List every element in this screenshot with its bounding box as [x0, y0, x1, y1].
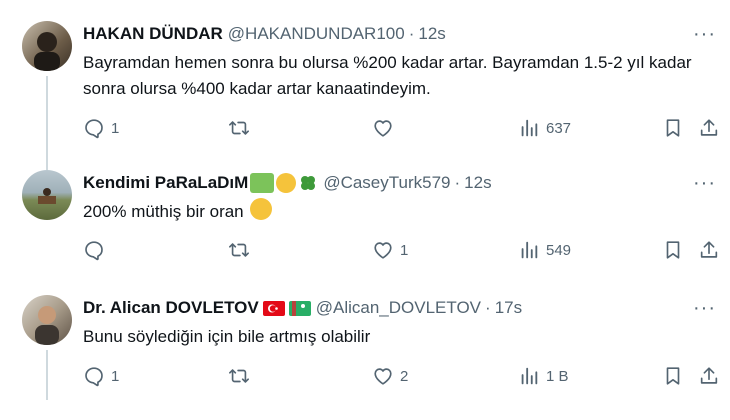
bookmark-icon [666, 367, 680, 385]
like-count: 1 [400, 241, 409, 259]
reply-icon [85, 367, 103, 387]
separator-dot: · [408, 24, 415, 43]
bookmark-button[interactable] [662, 117, 684, 139]
views-button[interactable]: 1 B [518, 365, 569, 387]
separator-dot: · [485, 298, 491, 317]
more-options-icon[interactable]: ··· [693, 298, 716, 318]
views-count: 549 [546, 241, 572, 259]
views-icon [521, 367, 538, 385]
share-icon [700, 119, 718, 136]
tweet-time[interactable]: 17s [495, 298, 522, 318]
tweet-body: 200% müthiş bir oran [83, 198, 710, 225]
screaming-face-emoji-icon [250, 198, 273, 220]
views-button[interactable]: 549 [518, 239, 571, 261]
tweet-actions: 1 2 1 B [0, 365, 730, 389]
tweet-actions: 1 549 [0, 239, 730, 263]
author-name[interactable]: Kendimi PaRaLaDıM [83, 173, 248, 193]
bookmark-icon [666, 241, 680, 259]
avatar[interactable] [22, 170, 72, 220]
bookmark-icon [666, 119, 680, 137]
tweet-1[interactable]: HAKAN DÜNDAR @HAKANDUNDAR100 · 12s ··· B… [0, 0, 730, 170]
tweet-text: Bunu söylediğin için bile artmış olabili… [83, 327, 371, 346]
share-icon [700, 241, 718, 258]
views-icon [521, 119, 538, 137]
heart-icon [374, 120, 392, 137]
tweet-header: Dr. Alican DOVLETOV @Alican_DOVLETOV · 1… [83, 297, 522, 319]
author-handle[interactable]: @Alican_DOVLETOV [316, 298, 481, 318]
tweet-header: Kendimi PaRaLaDıM @CaseyTurk579 · 12s [83, 172, 492, 194]
reply-icon [85, 241, 103, 261]
author-handle[interactable]: @CaseyTurk579 [323, 173, 450, 193]
bookmark-button[interactable] [662, 239, 684, 261]
like-button[interactable] [372, 117, 400, 139]
retweet-icon [229, 243, 249, 257]
retweet-icon [229, 369, 249, 383]
avatar[interactable] [22, 295, 72, 345]
retweet-button[interactable] [228, 117, 256, 139]
reply-count: 1 [111, 367, 120, 385]
tweet-time[interactable]: 12s [418, 24, 445, 44]
retweet-button[interactable] [228, 239, 256, 261]
tweet-actions: 1 637 [0, 117, 730, 141]
retweet-icon [229, 121, 249, 135]
author-name[interactable]: HAKAN DÜNDAR [83, 24, 223, 44]
reply-button[interactable] [83, 239, 111, 261]
separator-dot: · [454, 173, 461, 192]
views-icon [521, 241, 538, 259]
tweet-text: Bayramdan hemen sonra bu olursa %200 kad… [83, 53, 692, 98]
author-handle[interactable]: @HAKANDUNDAR100 [228, 24, 405, 44]
share-icon [700, 367, 718, 384]
money-emoji-icon [250, 173, 275, 193]
like-count: 2 [400, 367, 409, 385]
reply-count: 1 [111, 119, 120, 137]
tweet-text: 200% müthiş bir oran [83, 202, 244, 221]
money-face-emoji-icon [276, 173, 297, 193]
heart-icon [374, 242, 392, 259]
four-leaf-clover-icon [298, 173, 318, 193]
like-button[interactable]: 2 [372, 365, 408, 387]
retweet-button[interactable] [228, 365, 256, 387]
more-options-icon[interactable]: ··· [693, 173, 716, 193]
reply-button[interactable]: 1 [83, 117, 119, 139]
heart-icon [374, 368, 392, 385]
reply-button[interactable]: 1 [83, 365, 119, 387]
share-button[interactable] [698, 239, 720, 261]
like-button[interactable]: 1 [372, 239, 408, 261]
avatar[interactable] [22, 21, 72, 71]
turkmenistan-flag-icon [288, 300, 311, 316]
views-button[interactable]: 637 [518, 117, 571, 139]
bookmark-button[interactable] [662, 365, 684, 387]
share-button[interactable] [698, 365, 720, 387]
reply-icon [85, 119, 103, 139]
share-button[interactable] [698, 117, 720, 139]
tweet-2[interactable]: Kendimi PaRaLaDıM @CaseyTurk579 · 12s ··… [0, 150, 730, 280]
turkey-flag-icon [262, 300, 285, 316]
tweet-3[interactable]: Dr. Alican DOVLETOV @Alican_DOVLETOV · 1… [0, 280, 730, 420]
views-count: 1 B [546, 367, 569, 385]
tweet-header: HAKAN DÜNDAR @HAKANDUNDAR100 · 12s [83, 23, 446, 45]
views-count: 637 [546, 119, 572, 137]
author-name[interactable]: Dr. Alican DOVLETOV [83, 298, 259, 318]
more-options-icon[interactable]: ··· [693, 24, 716, 44]
tweet-time[interactable]: 12s [464, 173, 491, 193]
